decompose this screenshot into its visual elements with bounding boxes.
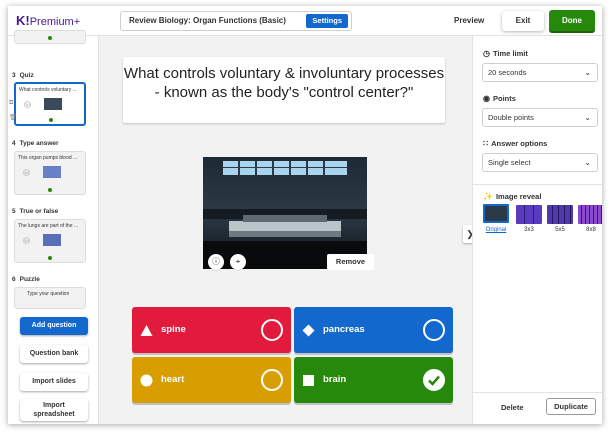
control-room-image (203, 157, 367, 269)
complete-dot (48, 256, 52, 260)
slide-item-5[interactable]: 5 True or false (12, 208, 96, 215)
slide-thumbnail-3[interactable]: What controls voluntary ... 30 (14, 82, 86, 126)
grid-icon: ∷ (483, 139, 489, 148)
points-select[interactable]: Double points ⌄ (482, 108, 598, 127)
square-icon (303, 375, 314, 386)
slide-header: 6 Puzzle (12, 276, 40, 283)
correct-toggle[interactable] (423, 319, 445, 341)
thumb-timer: 30 (23, 237, 30, 244)
complete-dot (49, 118, 53, 122)
import-spreadsheet-line2: spreadsheet (33, 411, 75, 418)
clock-icon: ◷ (483, 49, 490, 58)
kahoot-logo[interactable]: K!Premium+ (16, 13, 80, 28)
slide-sidebar: 3 Quiz What controls voluntary ... 30 ⧉ 🗑… (8, 30, 99, 424)
logo-premium-text: Premium+ (29, 16, 81, 28)
quiz-title: Review Biology: Organ Functions (Basic) (129, 16, 286, 25)
slide-thumbnail-6[interactable]: Type your question (14, 287, 86, 309)
duplicate-icon[interactable]: ⧉ (9, 100, 16, 106)
slide-thumbnail-partial[interactable] (14, 30, 86, 44)
app-window: K!Premium+ Review Biology: Organ Functio… (8, 6, 602, 424)
answer-text: pancreas (323, 324, 365, 335)
reveal-option-5x5[interactable] (547, 205, 573, 224)
thumb-image (43, 234, 61, 246)
answer-text: heart (161, 374, 185, 385)
thumb-question: The lungs are part of the ... (18, 223, 79, 229)
divider (473, 184, 602, 185)
thumb-image (43, 166, 61, 178)
answer-option-2[interactable]: pancreas (294, 307, 453, 353)
points-icon: ◉ (483, 94, 490, 103)
reveal-label-original[interactable]: Original (481, 227, 511, 233)
slide-thumbnail-5[interactable]: The lungs are part of the ... 30 (14, 219, 86, 263)
preview-button[interactable]: Preview (454, 16, 484, 25)
answer-option-4[interactable]: brain (294, 357, 453, 403)
top-bar: K!Premium+ Review Biology: Organ Functio… (8, 6, 602, 36)
slide-item-4[interactable]: 4 Type answer (12, 140, 96, 147)
reveal-label-3x3[interactable]: 3x3 (514, 227, 544, 233)
points-label: ◉ Points (483, 94, 516, 103)
media-container[interactable]: ⓘ ⌖ Remove (203, 157, 374, 270)
info-icon[interactable]: ⓘ (208, 254, 224, 270)
question-bank-button[interactable]: Question bank (20, 345, 88, 363)
remove-image-button[interactable]: Remove (327, 254, 374, 270)
correct-toggle[interactable] (261, 319, 283, 341)
answer-text: brain (323, 374, 347, 385)
correct-toggle[interactable] (261, 369, 283, 391)
thumb-timer: 30 (23, 169, 30, 176)
duplicate-button[interactable]: Duplicate (546, 398, 596, 415)
chevron-down-icon: ⌄ (584, 158, 591, 167)
circle-icon (140, 374, 153, 387)
quiz-title-field[interactable]: Review Biology: Organ Functions (Basic) … (120, 11, 352, 31)
exit-button[interactable]: Exit (502, 11, 544, 31)
slide-item-3[interactable]: 3 Quiz (12, 72, 96, 79)
thumb-image (44, 98, 62, 110)
answer-option-3[interactable]: heart (132, 357, 291, 403)
answer-option-1[interactable]: spine (132, 307, 291, 353)
settings-panel: ◷ Time limit 20 seconds ⌄ ◉ Points Double p… (472, 36, 602, 424)
question-text: What controls voluntary & involuntary pr… (123, 65, 445, 101)
trash-icon[interactable]: 🗑 (9, 114, 17, 121)
thumb-question: This organ pumps blood ... (18, 155, 78, 161)
chevron-down-icon: ⌄ (584, 113, 591, 122)
slide-item-6[interactable]: 6 Puzzle (12, 276, 96, 283)
import-slides-button[interactable]: Import slides (20, 373, 88, 391)
delete-button[interactable]: Delete (501, 403, 524, 412)
chevron-down-icon: ⌄ (584, 68, 591, 77)
answer-options-label: ∷ Answer options (483, 139, 548, 148)
correct-toggle-checked[interactable] (423, 369, 445, 391)
logo-mark: K! (16, 13, 30, 28)
thumb-timer: 30 (24, 101, 31, 108)
settings-button[interactable]: Settings (306, 14, 348, 28)
thumb-question: What controls voluntary ... (19, 87, 77, 93)
crop-icon[interactable]: ⌖ (230, 254, 246, 270)
reveal-label-8x8[interactable]: 8x8 (576, 227, 602, 233)
reveal-option-3x3[interactable] (516, 205, 542, 224)
import-spreadsheet-button[interactable]: Import spreadsheet (20, 399, 88, 421)
divider (473, 392, 602, 393)
import-spreadsheet-line1: Import (43, 402, 65, 409)
answer-text: spine (161, 324, 186, 335)
time-limit-label: ◷ Time limit (483, 49, 528, 58)
triangle-icon (140, 325, 153, 336)
add-question-button[interactable]: Add question (20, 317, 88, 335)
editor-canvas: What controls voluntary & involuntary pr… (99, 36, 472, 424)
time-limit-select[interactable]: 20 seconds ⌄ (482, 63, 598, 82)
complete-dot (48, 188, 52, 192)
slide-header: 5 True or false (12, 208, 59, 215)
sparkle-icon: ✨ (483, 192, 493, 201)
reveal-label-5x5[interactable]: 5x5 (545, 227, 575, 233)
reveal-option-8x8[interactable] (578, 205, 602, 224)
done-button[interactable]: Done (549, 10, 595, 31)
thumb-question: Type your question (27, 291, 70, 297)
complete-dot (48, 36, 52, 40)
image-reveal-label: ✨ Image reveal (483, 192, 542, 201)
reveal-option-original[interactable] (483, 204, 509, 223)
answer-options-select[interactable]: Single select ⌄ (482, 153, 598, 172)
slide-thumbnail-4[interactable]: This organ pumps blood ... 30 (14, 151, 86, 195)
slide-header: 4 Type answer (12, 140, 59, 147)
slide-header: 3 Quiz (12, 72, 34, 79)
question-input[interactable]: What controls voluntary & involuntary pr… (123, 57, 445, 123)
diamond-icon (302, 324, 315, 337)
check-icon (428, 375, 440, 386)
